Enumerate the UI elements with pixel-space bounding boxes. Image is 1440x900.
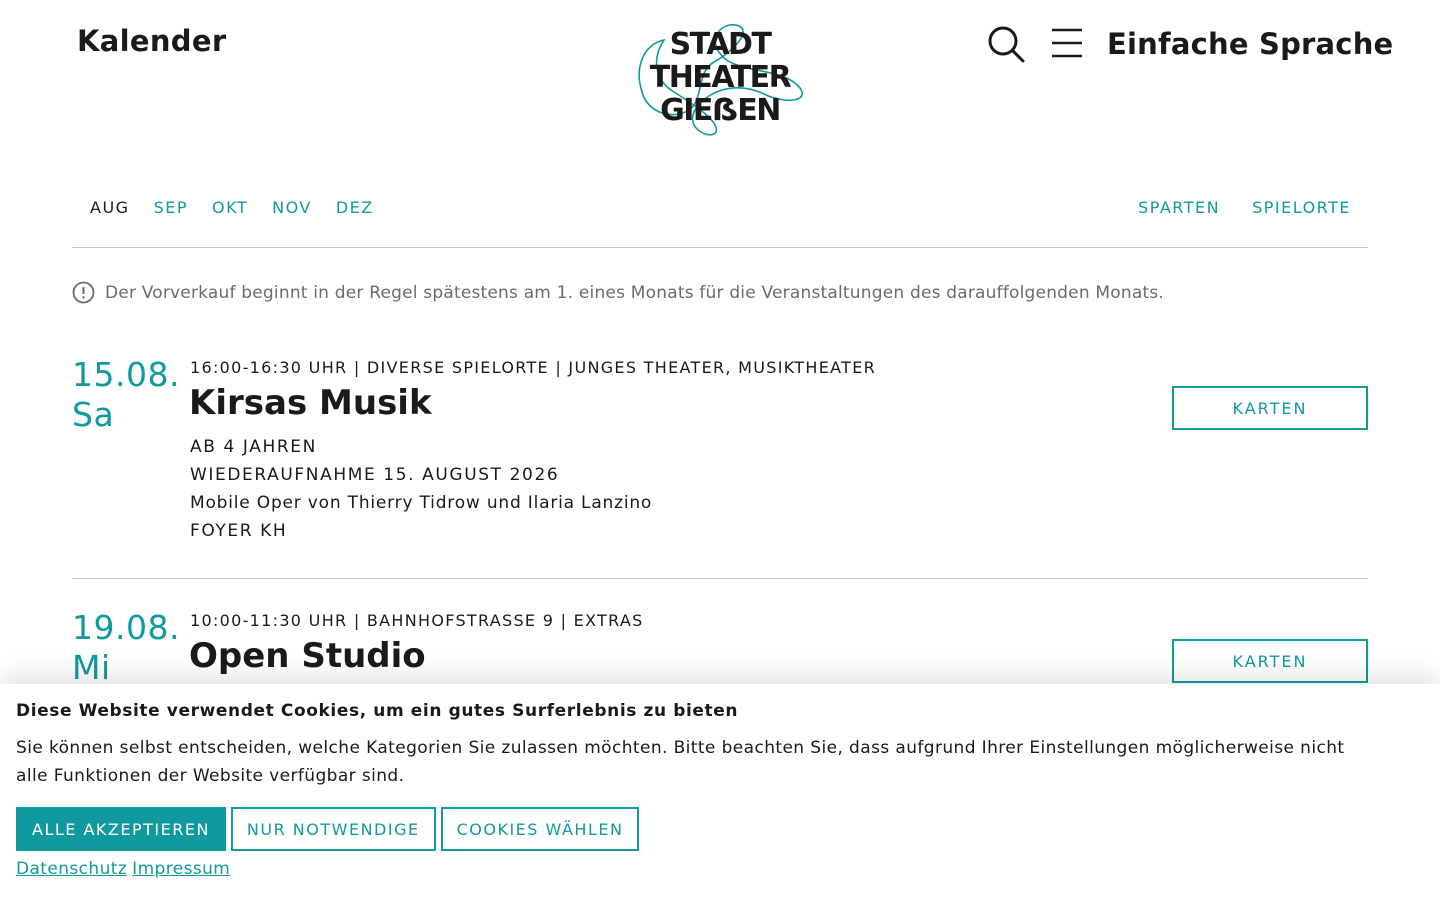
logo-line-3: GIEẞEN <box>660 93 781 128</box>
info-circle-icon <box>72 281 95 304</box>
event-date: 19.08. Mi <box>72 608 180 688</box>
site-header: Kalender STADT THEATER GIEẞEN Einfache S… <box>0 0 1440 150</box>
event-item: 15.08. Sa 16:00-16:30 UHR | DIVERSE SPIE… <box>72 355 1368 579</box>
stadttheater-logo[interactable]: STADT THEATER GIEẞEN <box>634 22 806 138</box>
notice-text: Der Vorverkauf beginnt in der Regel spät… <box>105 282 1164 303</box>
tickets-button[interactable]: KARTEN <box>1172 386 1368 430</box>
imprint-link[interactable]: Impressum <box>132 859 230 879</box>
spielorte-filter[interactable]: SPIELORTE <box>1252 198 1351 217</box>
month-tabs: AUG SEP OKT NOV DEZ <box>90 198 374 217</box>
tab-month-sep[interactable]: SEP <box>154 198 188 217</box>
filter-links: SPARTEN SPIELORTE <box>1138 198 1351 217</box>
event-description: Mobile Oper von Thierry Tidrow und Ilari… <box>190 493 653 513</box>
event-date-day: 19.08. <box>72 608 180 647</box>
choose-cookies-button[interactable]: COOKIES WÄHLEN <box>440 807 640 851</box>
tab-month-okt[interactable]: OKT <box>212 198 248 217</box>
event-meta: 10:00-11:30 UHR | BAHNHOFSTRASSE 9 | EXT… <box>190 611 644 630</box>
calendar-filterbar: AUG SEP OKT NOV DEZ SPARTEN SPIELORTE <box>72 190 1368 248</box>
event-revival: WIEDERAUFNAHME 15. AUGUST 2026 <box>190 465 560 485</box>
event-date-day: 15.08. <box>72 355 180 394</box>
cookie-button-group: ALLE AKZEPTIEREN NUR NOTWENDIGE COOKIES … <box>16 807 640 851</box>
simple-language-link[interactable]: Einfache Sprache <box>1107 27 1393 61</box>
event-meta: 16:00-16:30 UHR | DIVERSE SPIELORTE | JU… <box>190 358 877 377</box>
event-weekday: Mi <box>72 648 111 687</box>
cookie-banner-title: Diese Website verwendet Cookies, um ein … <box>16 701 739 721</box>
page-title: Kalender <box>77 24 227 58</box>
event-weekday: Sa <box>72 395 115 434</box>
cookie-banner: Diese Website verwendet Cookies, um ein … <box>0 684 1440 900</box>
tab-month-dez[interactable]: DEZ <box>336 198 374 217</box>
event-title[interactable]: Kirsas Musik <box>189 383 432 423</box>
logo-line-2: THEATER <box>649 60 792 95</box>
tab-month-aug[interactable]: AUG <box>90 198 130 217</box>
event-details: AB 4 JAHREN WIEDERAUFNAHME 15. AUGUST 20… <box>190 433 652 545</box>
search-icon[interactable] <box>986 24 1026 64</box>
cookie-links: Datenschutz Impressum <box>16 859 230 879</box>
necessary-only-cookies-button[interactable]: NUR NOTWENDIGE <box>230 807 436 851</box>
event-age: AB 4 JAHREN <box>190 437 317 457</box>
event-title[interactable]: Open Studio <box>189 636 426 676</box>
event-date: 15.08. Sa <box>72 355 180 435</box>
tab-month-nov[interactable]: NOV <box>272 198 312 217</box>
privacy-link[interactable]: Datenschutz <box>16 859 127 879</box>
presale-notice: Der Vorverkauf beginnt in der Regel spät… <box>72 281 1164 304</box>
event-venue: FOYER KH <box>190 521 288 541</box>
tickets-button[interactable]: KARTEN <box>1172 639 1368 683</box>
logo-wordmark: STADT THEATER GIEẞEN <box>634 28 806 127</box>
cookie-banner-text: Sie können selbst entscheiden, welche Ka… <box>16 738 1345 786</box>
sparten-filter[interactable]: SPARTEN <box>1138 198 1220 217</box>
logo-line-1: STADT <box>669 27 772 62</box>
accept-all-cookies-button[interactable]: ALLE AKZEPTIEREN <box>16 807 226 851</box>
hamburger-menu-icon[interactable] <box>1049 26 1085 60</box>
